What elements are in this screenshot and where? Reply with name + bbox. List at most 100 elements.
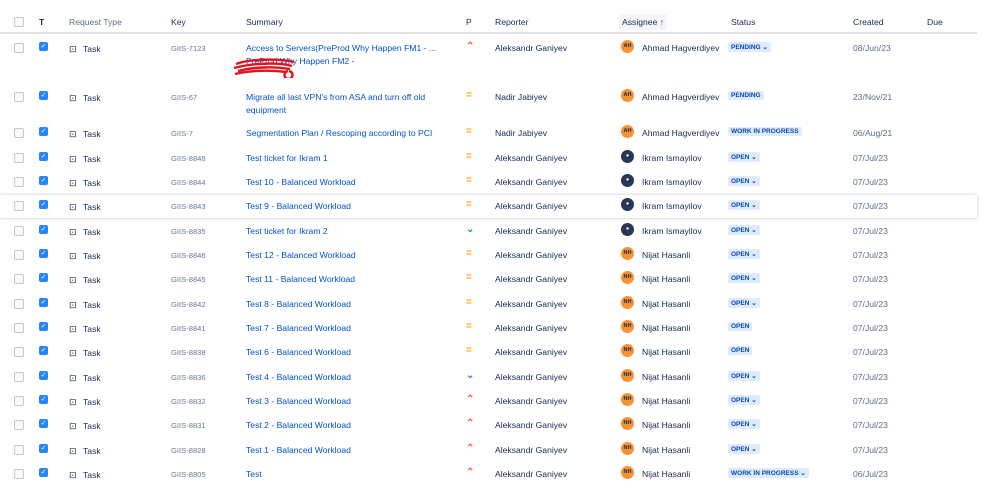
status-badge[interactable]: OPEN ⌄ bbox=[728, 444, 760, 454]
type-checkbox-checked[interactable]: ✓ bbox=[39, 346, 48, 355]
row-checkbox[interactable] bbox=[14, 420, 24, 430]
type-checkbox-checked[interactable]: ✓ bbox=[39, 273, 48, 282]
status-badge[interactable]: OPEN ⌄ bbox=[728, 225, 760, 235]
type-checkbox-checked[interactable]: ✓ bbox=[39, 468, 48, 477]
status-badge[interactable]: OPEN ⌄ bbox=[728, 200, 760, 210]
type-checkbox-checked[interactable]: ✓ bbox=[39, 42, 48, 51]
table-row[interactable]: ✓ ⊡ Task GIIS-7123 Access to Servers(Pre… bbox=[0, 37, 977, 66]
issue-summary-link[interactable]: Test 9 - Balanced Workload bbox=[246, 200, 446, 213]
issue-summary-link[interactable]: Test 3 - Balanced Workload bbox=[246, 395, 446, 408]
type-checkbox-checked[interactable]: ✓ bbox=[39, 225, 48, 234]
row-checkbox[interactable] bbox=[14, 92, 24, 102]
issue-summary-link[interactable]: Test 12 - Balanced Workload bbox=[246, 249, 446, 262]
type-checkbox-checked[interactable]: ✓ bbox=[39, 298, 48, 307]
row-checkbox[interactable] bbox=[14, 347, 24, 357]
row-checkbox[interactable] bbox=[14, 469, 24, 479]
issue-key[interactable]: GIIS-8846 bbox=[171, 251, 206, 260]
table-row[interactable]: ✓ ⊡ Task GIIS-8836 Test 4 - Balanced Wor… bbox=[0, 366, 977, 389]
issue-key[interactable]: GIIS-8848 bbox=[171, 154, 206, 163]
row-checkbox[interactable] bbox=[14, 43, 24, 53]
issue-key[interactable]: GIIS-67 bbox=[171, 93, 197, 102]
issue-summary-link[interactable]: Test bbox=[246, 468, 446, 481]
type-checkbox-checked[interactable]: ✓ bbox=[39, 91, 48, 100]
table-row[interactable]: ✓ ⊡ Task GIIS-8831 Test 2 - Balanced Wor… bbox=[0, 414, 977, 437]
type-checkbox-checked[interactable]: ✓ bbox=[39, 444, 48, 453]
issue-summary-link[interactable]: Test 10 - Balanced Workload bbox=[246, 176, 446, 189]
status-badge[interactable]: PENDING ⌄ bbox=[728, 42, 771, 52]
status-badge[interactable]: OPEN ⌄ bbox=[728, 371, 760, 381]
status-badge[interactable]: OPEN bbox=[728, 322, 753, 331]
status-badge[interactable]: WORK IN PROGRESS bbox=[728, 127, 802, 136]
status-badge[interactable]: PENDING bbox=[728, 91, 764, 100]
table-row[interactable]: ✓ ⊡ Task GIIS-8805 Test ⌃ Aleksandr Gani… bbox=[0, 463, 977, 486]
type-checkbox-checked[interactable]: ✓ bbox=[39, 249, 48, 258]
table-row[interactable]: ✓ ⊡ Task GIIS-8828 Test 1 - Balanced Wor… bbox=[0, 439, 977, 462]
table-row[interactable]: ✓ ⊡ Task GIIS-7 Segmentation Plan / Resc… bbox=[0, 122, 977, 145]
issue-key[interactable]: GIIS-8843 bbox=[171, 202, 206, 211]
type-checkbox-checked[interactable]: ✓ bbox=[39, 176, 48, 185]
issue-key[interactable]: GIIS-7123 bbox=[171, 44, 206, 53]
issue-key[interactable]: GIIS-8828 bbox=[171, 446, 206, 455]
table-row[interactable]: ✓ ⊡ Task GIIS-8842 Test 8 - Balanced Wor… bbox=[0, 293, 977, 316]
row-checkbox[interactable] bbox=[14, 201, 24, 211]
row-checkbox[interactable] bbox=[14, 153, 24, 163]
row-checkbox[interactable] bbox=[14, 372, 24, 382]
table-row[interactable]: ✓ ⊡ Task GIIS-8832 Test 3 - Balanced Wor… bbox=[0, 390, 977, 413]
status-badge[interactable]: OPEN ⌄ bbox=[728, 395, 760, 405]
column-t[interactable]: T bbox=[39, 17, 44, 27]
status-badge[interactable]: OPEN ⌄ bbox=[728, 152, 760, 162]
select-all-checkbox[interactable] bbox=[14, 17, 24, 27]
status-badge[interactable]: OPEN ⌄ bbox=[728, 249, 760, 259]
column-created[interactable]: Created bbox=[853, 17, 884, 27]
issue-summary-link[interactable]: Test 4 - Balanced Workload bbox=[246, 371, 446, 384]
column-summary[interactable]: Summary bbox=[246, 17, 283, 27]
row-checkbox[interactable] bbox=[14, 274, 24, 284]
column-assignee[interactable]: Assignee ↑ bbox=[619, 14, 668, 30]
column-due[interactable]: Due bbox=[927, 17, 943, 27]
issue-summary-link[interactable]: Test 8 - Balanced Workload bbox=[246, 298, 446, 311]
issue-key[interactable]: GIIS-8842 bbox=[171, 300, 206, 309]
issue-summary-link[interactable]: Test 6 - Balanced Workload bbox=[246, 346, 446, 359]
issue-key[interactable]: GIIS-8838 bbox=[171, 348, 206, 357]
type-checkbox-checked[interactable]: ✓ bbox=[39, 395, 48, 404]
issue-summary-link[interactable]: Test 1 - Balanced Workload bbox=[246, 444, 446, 457]
issue-key[interactable]: GIIS-7 bbox=[171, 129, 193, 138]
issue-key[interactable]: GIIS-8805 bbox=[171, 470, 206, 479]
issue-key[interactable]: GIIS-8841 bbox=[171, 324, 206, 333]
issue-summary-link[interactable]: Test ticket for Ikram 1 bbox=[246, 152, 446, 165]
status-badge[interactable]: OPEN ⌄ bbox=[728, 419, 760, 429]
type-checkbox-checked[interactable]: ✓ bbox=[39, 127, 48, 136]
row-checkbox[interactable] bbox=[14, 226, 24, 236]
column-reporter[interactable]: Reporter bbox=[495, 17, 528, 27]
issue-key[interactable]: GIIS-8831 bbox=[171, 421, 206, 430]
row-checkbox[interactable] bbox=[14, 128, 24, 138]
issue-key[interactable]: GIIS-8832 bbox=[171, 397, 206, 406]
table-row[interactable]: ✓ ⊡ Task GIIS-8835 Test ticket for Ikram… bbox=[0, 220, 977, 243]
issue-summary-link[interactable]: Migrate all last VPN's from ASA and turn… bbox=[246, 91, 446, 116]
status-badge[interactable]: WORK IN PROGRESS ⌄ bbox=[728, 468, 809, 478]
row-checkbox[interactable] bbox=[14, 250, 24, 260]
column-status[interactable]: Status bbox=[731, 17, 755, 27]
row-checkbox[interactable] bbox=[14, 177, 24, 187]
issue-summary-link[interactable]: Test 7 - Balanced Workload bbox=[246, 322, 446, 335]
table-row[interactable]: ✓ ⊡ Task GIIS-8838 Test 6 - Balanced Wor… bbox=[0, 341, 977, 364]
row-checkbox[interactable] bbox=[14, 396, 24, 406]
table-row[interactable]: ✓ ⊡ Task GIIS-8845 Test 11 - Balanced Wo… bbox=[0, 268, 977, 291]
status-badge[interactable]: OPEN ⌄ bbox=[728, 176, 760, 186]
type-checkbox-checked[interactable]: ✓ bbox=[39, 371, 48, 380]
row-checkbox[interactable] bbox=[14, 299, 24, 309]
status-badge[interactable]: OPEN ⌄ bbox=[728, 298, 760, 308]
column-key[interactable]: Key bbox=[171, 17, 186, 27]
issue-key[interactable]: GIIS-8836 bbox=[171, 373, 206, 382]
row-checkbox[interactable] bbox=[14, 323, 24, 333]
status-badge[interactable]: OPEN bbox=[728, 346, 753, 355]
table-row[interactable]: ✓ ⊡ Task GIIS-8848 Test ticket for Ikram… bbox=[0, 147, 977, 170]
type-checkbox-checked[interactable]: ✓ bbox=[39, 200, 48, 209]
column-request-type[interactable]: Request Type bbox=[69, 17, 122, 27]
type-checkbox-checked[interactable]: ✓ bbox=[39, 322, 48, 331]
table-row[interactable]: ✓ ⊡ Task GIIS-8846 Test 12 - Balanced Wo… bbox=[0, 244, 977, 267]
column-priority[interactable]: P bbox=[466, 17, 472, 27]
type-checkbox-checked[interactable]: ✓ bbox=[39, 152, 48, 161]
type-checkbox-checked[interactable]: ✓ bbox=[39, 419, 48, 428]
issue-key[interactable]: GIIS-8844 bbox=[171, 178, 206, 187]
